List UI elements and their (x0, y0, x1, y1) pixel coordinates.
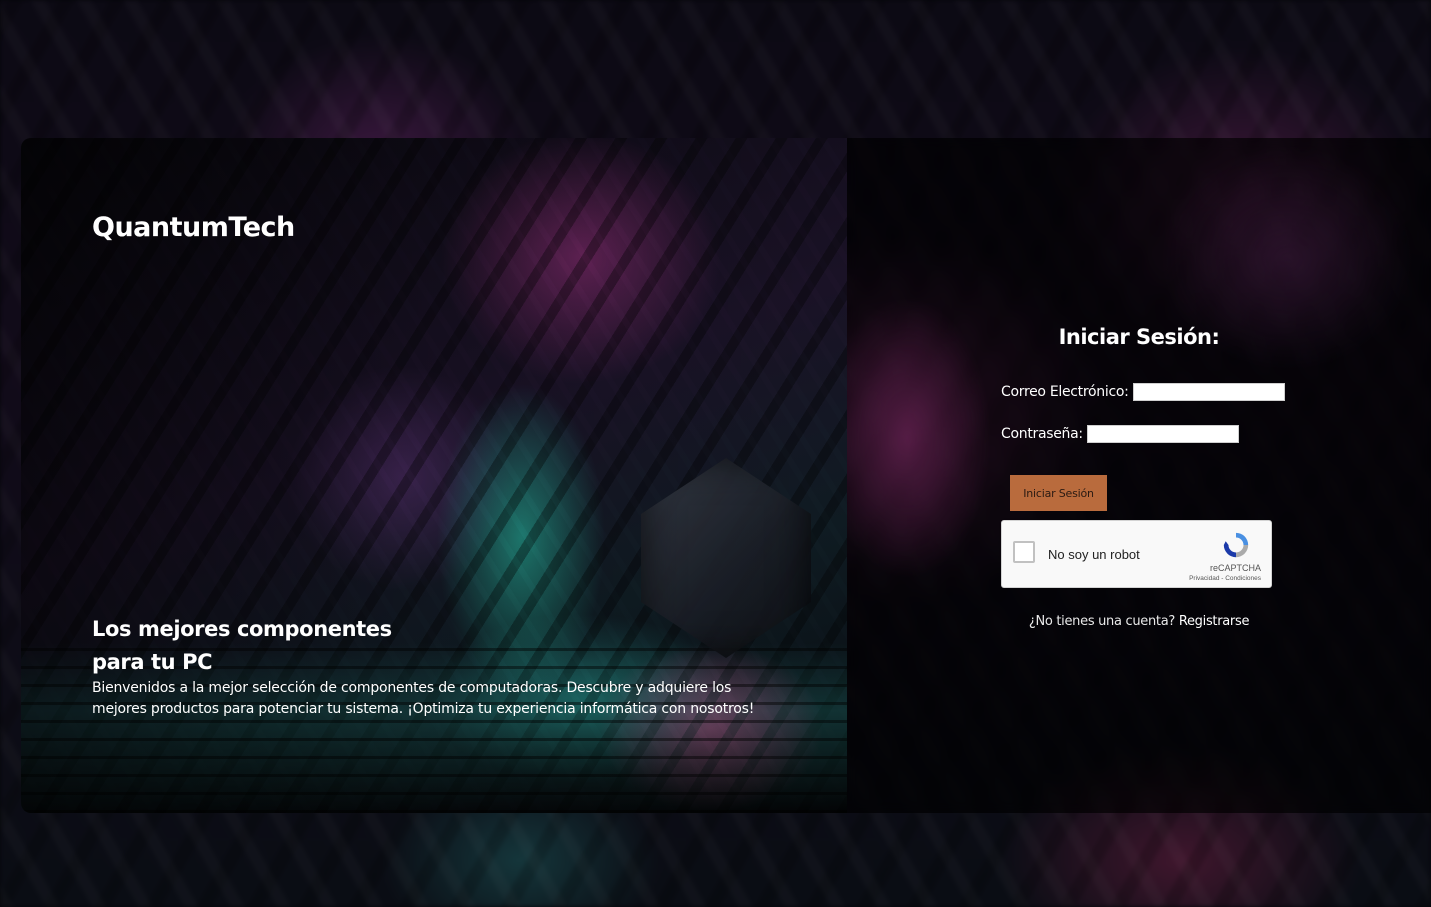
recaptcha-links[interactable]: Privacidad - Condiciones (1189, 575, 1261, 582)
recaptcha-widget: No soy un robot reCAPTCHA Privacidad - C… (1001, 520, 1272, 588)
register-question: ¿No tienes una cuenta? (1028, 614, 1175, 629)
recaptcha-label: No soy un robot (1048, 547, 1140, 562)
login-button[interactable]: Iniciar Sesión (1010, 475, 1107, 511)
login-heading: Iniciar Sesión: (1058, 325, 1220, 349)
register-prompt: ¿No tienes una cuenta? Registrarse (847, 614, 1431, 629)
email-field-row: Correo Electrónico: (1001, 383, 1285, 401)
recaptcha-checkbox[interactable] (1013, 541, 1035, 563)
register-link[interactable]: Registrarse (1179, 614, 1250, 629)
brand-logo: QuantumTech (92, 212, 295, 243)
password-field-row: Contraseña: (1001, 425, 1239, 443)
main-card: QuantumTech Los mejores componentes para… (21, 138, 1431, 813)
login-panel: Iniciar Sesión: Correo Electrónico: Cont… (847, 138, 1431, 813)
password-label: Contraseña: (1001, 426, 1083, 442)
hero-panel: QuantumTech Los mejores componentes para… (21, 138, 847, 813)
hero-description: Bienvenidos a la mejor selección de comp… (92, 680, 755, 717)
recaptcha-logo-icon (1223, 532, 1249, 558)
recaptcha-brand: reCAPTCHA (1209, 563, 1261, 573)
email-label: Correo Electrónico: (1001, 384, 1129, 400)
hero-title: Los mejores componentes para tu PC (92, 617, 392, 674)
email-input[interactable] (1132, 383, 1285, 401)
password-input[interactable] (1086, 425, 1239, 443)
